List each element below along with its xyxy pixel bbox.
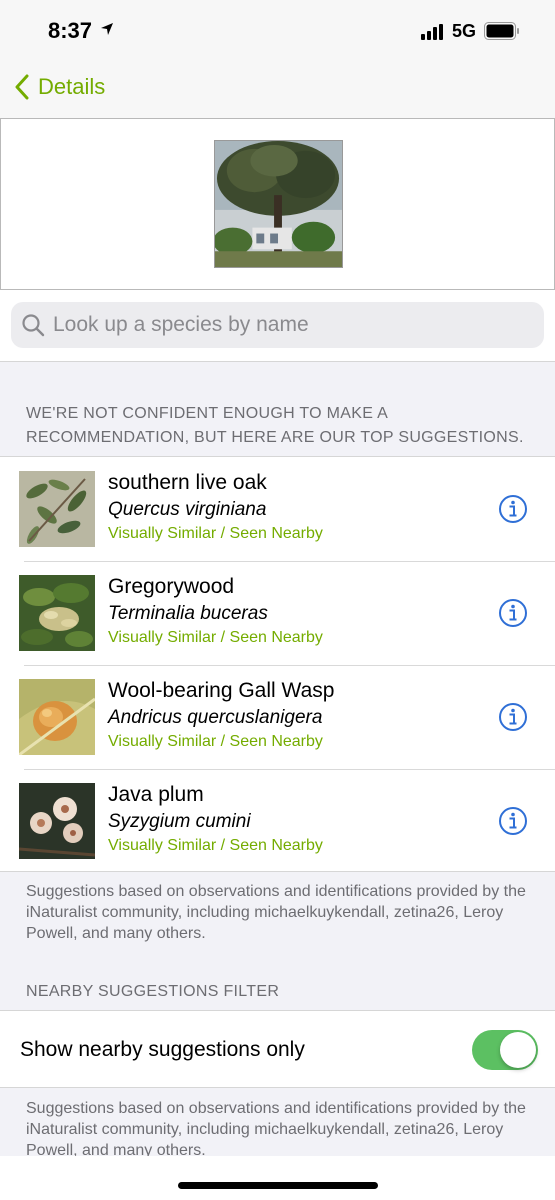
suggestions-header: WE'RE NOT CONFIDENT ENOUGH TO MAKE A REC… — [26, 405, 524, 446]
suggestion-scientific-name: Quercus virginiana — [108, 499, 267, 520]
suggestion-thumbnail — [19, 783, 95, 859]
suggestions-list: southern live oak Quercus virginiana Vis… — [0, 456, 555, 872]
cellular-signal-icon — [421, 24, 443, 40]
nearby-toggle-row: Show nearby suggestions only — [0, 1010, 555, 1088]
suggestions-footnote: Suggestions based on observations and id… — [26, 883, 526, 942]
nearby-toggle-label: Show nearby suggestions only — [20, 1038, 305, 1061]
suggestion-row[interactable]: Wool-bearing Gall Wasp Andricus quercusl… — [0, 665, 555, 769]
suggestion-reason: Visually Similar / Seen Nearby — [108, 733, 323, 750]
observation-photo[interactable] — [214, 140, 343, 268]
info-icon[interactable] — [498, 598, 528, 628]
suggestion-scientific-name: Terminalia buceras — [108, 603, 268, 624]
search-bar[interactable] — [11, 302, 544, 348]
suggestion-reason: Visually Similar / Seen Nearby — [108, 837, 323, 854]
suggestion-common-name: Java plum — [108, 783, 204, 806]
chevron-left-icon — [15, 74, 29, 100]
suggestion-common-name: Wool-bearing Gall Wasp — [108, 679, 335, 702]
status-bar: 8:37 5G — [0, 0, 555, 62]
suggestion-scientific-name: Syzygium cumini — [108, 811, 251, 832]
nearby-filter-header: NEARBY SUGGESTIONS FILTER — [26, 983, 280, 1000]
home-indicator[interactable] — [178, 1182, 378, 1189]
suggestion-reason: Visually Similar / Seen Nearby — [108, 525, 323, 542]
status-time: 8:37 — [48, 18, 93, 43]
info-icon[interactable] — [498, 806, 528, 836]
navigation-bar: Details — [0, 62, 555, 118]
toggle-knob — [500, 1032, 536, 1068]
suggestion-reason: Visually Similar / Seen Nearby — [108, 629, 323, 646]
suggestion-common-name: southern live oak — [108, 471, 267, 494]
back-button[interactable]: Details — [14, 74, 105, 100]
back-button-label: Details — [38, 74, 106, 99]
nearby-toggle-switch[interactable] — [472, 1030, 538, 1070]
suggestion-row[interactable]: southern live oak Quercus virginiana Vis… — [0, 457, 555, 561]
search-area — [0, 290, 555, 362]
search-icon — [22, 314, 45, 337]
suggestion-thumbnail — [19, 679, 95, 755]
home-indicator-area — [0, 1156, 555, 1200]
suggestion-row[interactable]: Java plum Syzygium cumini Visually Simil… — [0, 769, 555, 873]
info-icon[interactable] — [498, 494, 528, 524]
suggestion-thumbnail — [19, 471, 95, 547]
battery-icon — [484, 22, 519, 40]
suggestion-row[interactable]: Gregorywood Terminalia buceras Visually … — [0, 561, 555, 665]
suggestion-thumbnail — [19, 575, 95, 651]
nearby-footnote: Suggestions based on observations and id… — [26, 1100, 526, 1156]
suggestion-scientific-name: Andricus quercuslanigera — [108, 707, 323, 728]
observation-photo-panel — [0, 118, 555, 290]
location-arrow-icon — [101, 23, 113, 35]
info-icon[interactable] — [498, 702, 528, 732]
search-input[interactable] — [53, 313, 513, 337]
network-type: 5G — [452, 21, 477, 41]
suggestion-common-name: Gregorywood — [108, 575, 235, 598]
